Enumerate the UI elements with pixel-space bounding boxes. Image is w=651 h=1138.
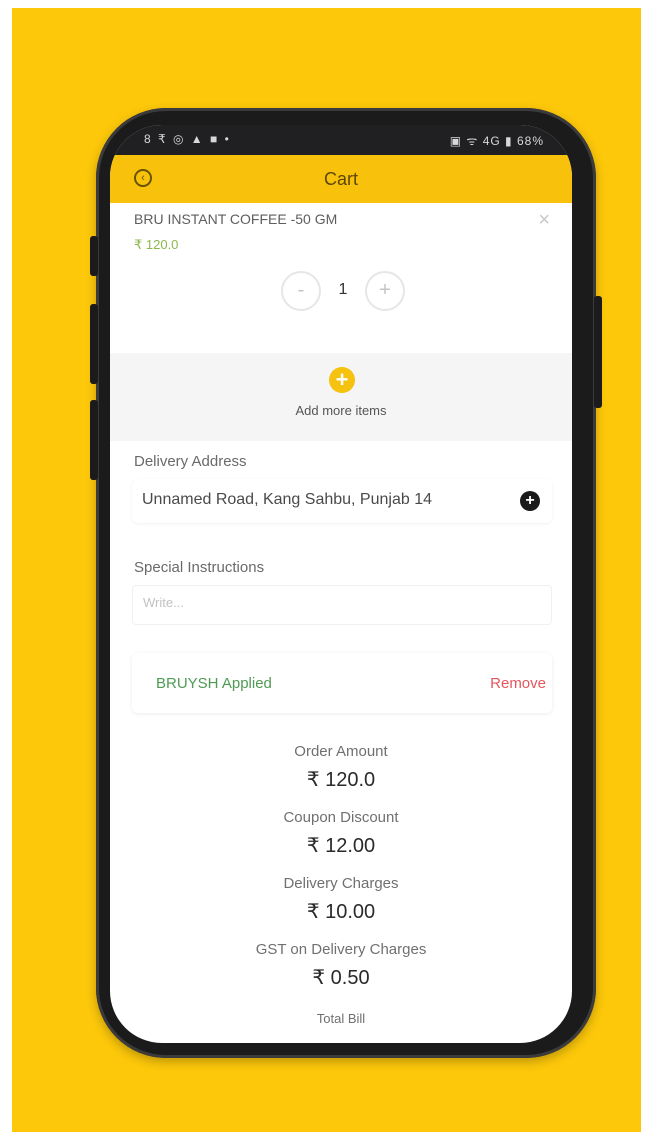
power-button [594, 296, 602, 408]
special-instructions-field [132, 585, 552, 625]
quantity-stepper: - 1 + [281, 271, 411, 317]
volume-up-button [90, 304, 98, 384]
remove-item-icon[interactable]: × [538, 209, 550, 232]
page-title: Cart [323, 169, 358, 189]
cart-item-price: ₹ 120.0 [134, 237, 179, 252]
status-icons-right: ▣ ᯤ 4G ▮ 68% [449, 134, 544, 148]
gst-value: ₹ 0.50 [312, 967, 370, 989]
add-address-icon[interactable]: + [520, 491, 540, 511]
special-instructions-input[interactable] [141, 594, 545, 611]
add-circle-icon: + [329, 367, 355, 393]
promo-background: 8 ₹ ◎ ▲ ■ • ▣ ᯤ 4G ▮ 68% ‹ Cart BRU INST… [12, 8, 641, 1132]
app-screen: 8 ₹ ◎ ▲ ■ • ▣ ᯤ 4G ▮ 68% ‹ Cart BRU INST… [110, 125, 572, 1043]
special-instructions-label: Special Instructions [134, 559, 265, 576]
phone-frame: 8 ₹ ◎ ▲ ■ • ▣ ᯤ 4G ▮ 68% ‹ Cart BRU INST… [90, 108, 602, 1058]
cart-item-name: BRU INSTANT COFFEE -50 GM [134, 211, 338, 227]
delivery-address-value: Unnamed Road, Kang Sahbu, Punjab 14 [142, 491, 432, 508]
add-more-label: Add more items [295, 403, 387, 418]
delivery-charges-label: Delivery Charges [283, 875, 399, 892]
gst-label: GST on Delivery Charges [255, 941, 427, 958]
order-amount-value: ₹ 120.0 [306, 769, 376, 791]
order-amount-label: Order Amount [294, 743, 388, 760]
delivery-address-label: Delivery Address [134, 453, 247, 470]
volume-down-button [90, 400, 98, 480]
total-bill-label: Total Bill [316, 1011, 366, 1026]
side-button [90, 236, 98, 276]
status-bar: 8 ₹ ◎ ▲ ■ • ▣ ᯤ 4G ▮ 68% [110, 125, 572, 155]
remove-coupon-button[interactable]: Remove [490, 675, 546, 692]
status-icons-left: 8 ₹ ◎ ▲ ■ • [144, 132, 231, 146]
app-bar: ‹ Cart [110, 155, 572, 203]
increase-quantity-button[interactable]: + [365, 271, 405, 311]
add-more-items-button[interactable]: + Add more items [110, 353, 572, 441]
coupon-card: BRUYSH Applied Remove [132, 653, 552, 713]
decrease-quantity-button[interactable]: - [281, 271, 321, 311]
delivery-charges-value: ₹ 10.00 [306, 901, 376, 923]
coupon-discount-label: Coupon Discount [283, 809, 399, 826]
coupon-applied-text: BRUYSH Applied [156, 675, 272, 692]
delivery-address-field[interactable]: Unnamed Road, Kang Sahbu, Punjab 14 + [132, 479, 552, 523]
coupon-discount-value: ₹ 12.00 [306, 835, 376, 857]
quantity-value: 1 [338, 281, 348, 298]
